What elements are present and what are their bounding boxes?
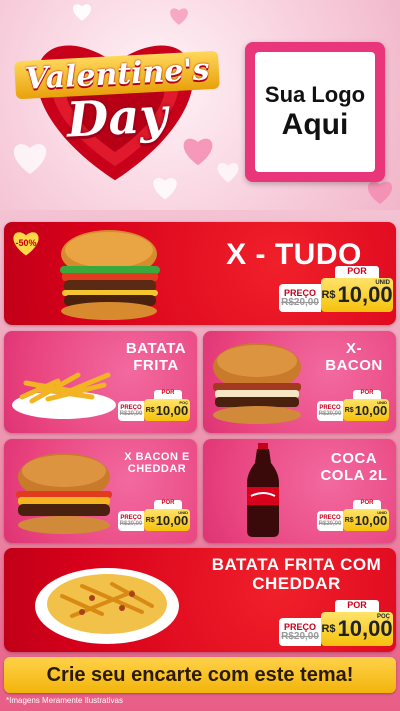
cta-banner[interactable]: Crie seu encarte com este tema! (4, 657, 396, 693)
name-line1: X BACON E (124, 451, 190, 463)
name-line2: CHEDDAR (252, 573, 341, 593)
soda-bottle-icon (247, 443, 279, 537)
logo-line2: Aqui (281, 108, 349, 141)
por-label: POR (154, 390, 182, 399)
new-price-box: POR R$ 10,00 UNID (144, 500, 190, 531)
product-card-batata-frita: BATATA FRITA PREÇO R$20,00 POR R$ 10,00 … (4, 331, 197, 433)
unit-label: UNID (377, 510, 387, 515)
new-price-box: POR R$ 10,00 POÇ (144, 390, 190, 421)
discount-badge: -50% (15, 238, 37, 248)
currency: R$ (344, 516, 354, 524)
por-label: POR (335, 266, 379, 278)
old-price-value: R$20,00 (318, 521, 342, 527)
old-price: PREÇO R$20,00 (118, 401, 144, 421)
burger-icon (213, 343, 301, 424)
product-card-x-tudo: -50% X - TUDO PREÇO R$20,00 POR R$ 10,00… (4, 222, 396, 325)
old-price: PREÇO R$20,00 (317, 401, 343, 421)
name-line2: CHEDDAR (127, 463, 187, 476)
fries-icon (12, 372, 116, 419)
old-price-value: R$20,00 (119, 521, 143, 527)
day-text: Day (65, 87, 169, 149)
old-price: PREÇO R$20,00 (279, 618, 321, 646)
disclaimer: *Imagens Meramente Ilustrativas (6, 696, 123, 705)
old-price: PREÇO R$20,00 (118, 511, 144, 531)
product-name: BATATA FRITA COM CHEDDAR (204, 555, 389, 593)
price-tag: PREÇO R$20,00 POR R$ 10,00 POÇ (279, 600, 393, 646)
valentines-day-title: Valentine's Day (12, 50, 222, 149)
product-card-coca-cola: COCA COLA 2L PREÇO R$20,00 POR R$ 10,00 … (203, 439, 396, 543)
new-price-box: POR R$ 10,00 UNID (343, 500, 389, 531)
product-name: X BACON E CHEDDAR (118, 451, 196, 475)
old-price-value: R$20,00 (318, 411, 342, 417)
unit-label: POÇ (376, 614, 390, 620)
name-line2: BACON (325, 356, 383, 374)
price-tag: PREÇO R$20,00 POR R$ 10,00 UNID (279, 266, 393, 312)
old-price: PREÇO R$20,00 (279, 284, 321, 312)
name-line1: X- (346, 340, 362, 357)
heart-icon (73, 4, 91, 21)
name-line2: FRITA (133, 356, 179, 374)
product-card-batata-cheddar: BATATA FRITA COM CHEDDAR PREÇO R$20,00 P… (4, 548, 396, 652)
currency: R$ (145, 406, 155, 414)
name-line2: COLA 2L (320, 466, 388, 484)
unit-label: UNID (375, 280, 390, 286)
new-price-box: POR R$ 10,00 UNID (343, 390, 389, 421)
header: Valentine's Day Sua Logo Aqui (0, 0, 400, 210)
old-price-value: R$20,00 (119, 411, 143, 417)
new-price-box: POR R$ 10,00 UNID (321, 266, 393, 312)
unit-label: UNID (377, 400, 387, 405)
por-label: POR (154, 500, 182, 509)
logo-inner: Sua Logo Aqui (255, 52, 375, 172)
name-line1: COCA (330, 450, 378, 467)
new-price-box: POR R$ 10,00 POÇ (321, 600, 393, 646)
fries-plate-icon (35, 568, 179, 644)
logo-placeholder: Sua Logo Aqui (245, 42, 385, 182)
por-label: POR (353, 390, 381, 399)
price-tag: PREÇO R$20,00 POR R$ 10,00 UNID (317, 500, 389, 531)
heart-icon (367, 181, 393, 204)
burger-icon (60, 230, 160, 320)
old-price: PREÇO R$20,00 (317, 511, 343, 531)
old-price-value: R$20,00 (281, 296, 319, 308)
product-name: COCA COLA 2L (315, 450, 393, 484)
logo-line1: Sua Logo (264, 82, 366, 107)
product-card-x-bacon: X- BACON PREÇO R$20,00 POR R$ 10,00 UNID (203, 331, 396, 433)
currency: R$ (321, 623, 336, 635)
unit-label: UNID (178, 510, 188, 515)
product-card-x-bacon-cheddar: X BACON E CHEDDAR PREÇO R$20,00 POR R$ 1… (4, 439, 197, 543)
por-label: POR (335, 600, 379, 612)
price-tag: PREÇO R$20,00 POR R$ 10,00 UNID (317, 390, 389, 421)
burger-icon (16, 453, 112, 534)
currency: R$ (145, 516, 155, 524)
currency: R$ (321, 289, 336, 301)
unit-label: POÇ (179, 400, 188, 405)
product-name: X- BACON (315, 340, 393, 374)
name-line1: BATATA FRITA COM (211, 555, 382, 574)
price-tag: PREÇO R$20,00 POR R$ 10,00 UNID (118, 500, 190, 531)
heart-icon (170, 8, 188, 25)
name-line1: BATATA (125, 340, 187, 357)
currency: R$ (344, 406, 354, 414)
price-tag: PREÇO R$20,00 POR R$ 10,00 POÇ (118, 390, 190, 421)
product-name: BATATA FRITA (116, 340, 196, 374)
por-label: POR (353, 500, 381, 509)
heart-icon (217, 162, 239, 183)
old-price-value: R$20,00 (281, 630, 319, 642)
